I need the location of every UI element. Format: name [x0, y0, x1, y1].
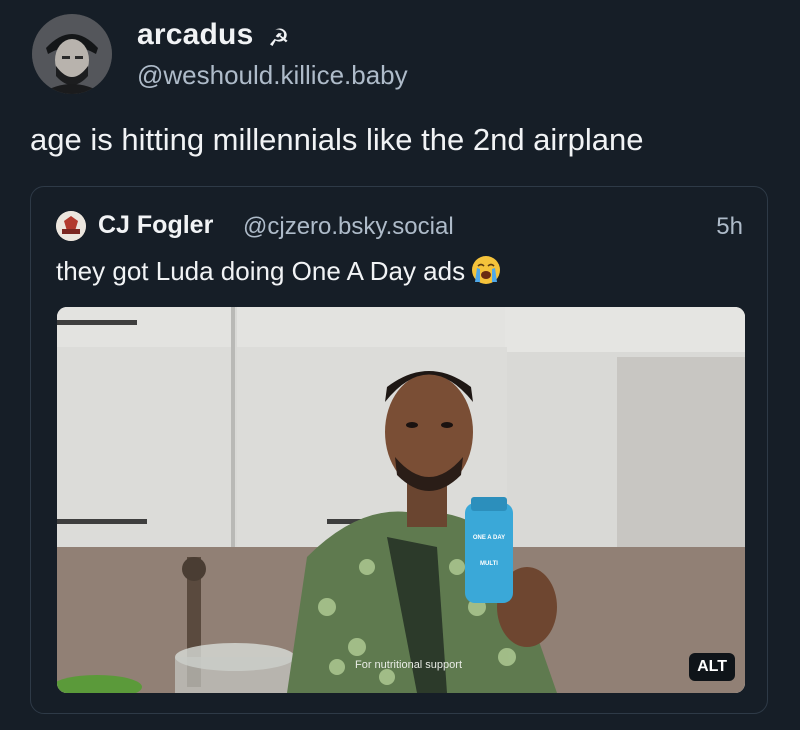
bottle-brand-text: ONE A DAY	[473, 535, 505, 541]
quoted-post-timestamp[interactable]: 5h	[716, 213, 743, 241]
luda-ad-image: ONE A DAY MULTI	[57, 307, 745, 693]
quoted-author-avatar[interactable]	[56, 211, 86, 241]
loudly-crying-face-emoji-icon	[472, 256, 501, 284]
avatar-logo-icon	[56, 211, 86, 241]
avatar-photo	[32, 14, 112, 94]
post-text: age is hitting millennials like the 2nd …	[30, 122, 644, 157]
quoted-post-text: they got Luda doing One A Day ads	[56, 256, 466, 286]
image-caption: For nutritional support	[355, 659, 462, 671]
hammer-sickle-icon: ☭	[268, 25, 290, 52]
alt-text-button[interactable]: ALT	[689, 653, 735, 681]
quoted-post-text-row: they got Luda doing One A Day ads	[56, 255, 501, 287]
quoted-author-name[interactable]: CJ Fogler	[98, 211, 213, 240]
bottle-product-text: MULTI	[480, 561, 498, 567]
quoted-author-handle[interactable]: @cjzero.bsky.social	[243, 213, 454, 241]
author-avatar[interactable]	[32, 14, 112, 94]
author-display-name[interactable]: arcadus	[137, 18, 253, 52]
post-image[interactable]: ONE A DAY MULTI For nutritional support …	[57, 307, 745, 693]
author-handle[interactable]: @weshould.killice.baby	[137, 60, 408, 91]
quoted-post-card[interactable]: CJ Fogler @cjzero.bsky.social 5h they go…	[30, 186, 768, 714]
